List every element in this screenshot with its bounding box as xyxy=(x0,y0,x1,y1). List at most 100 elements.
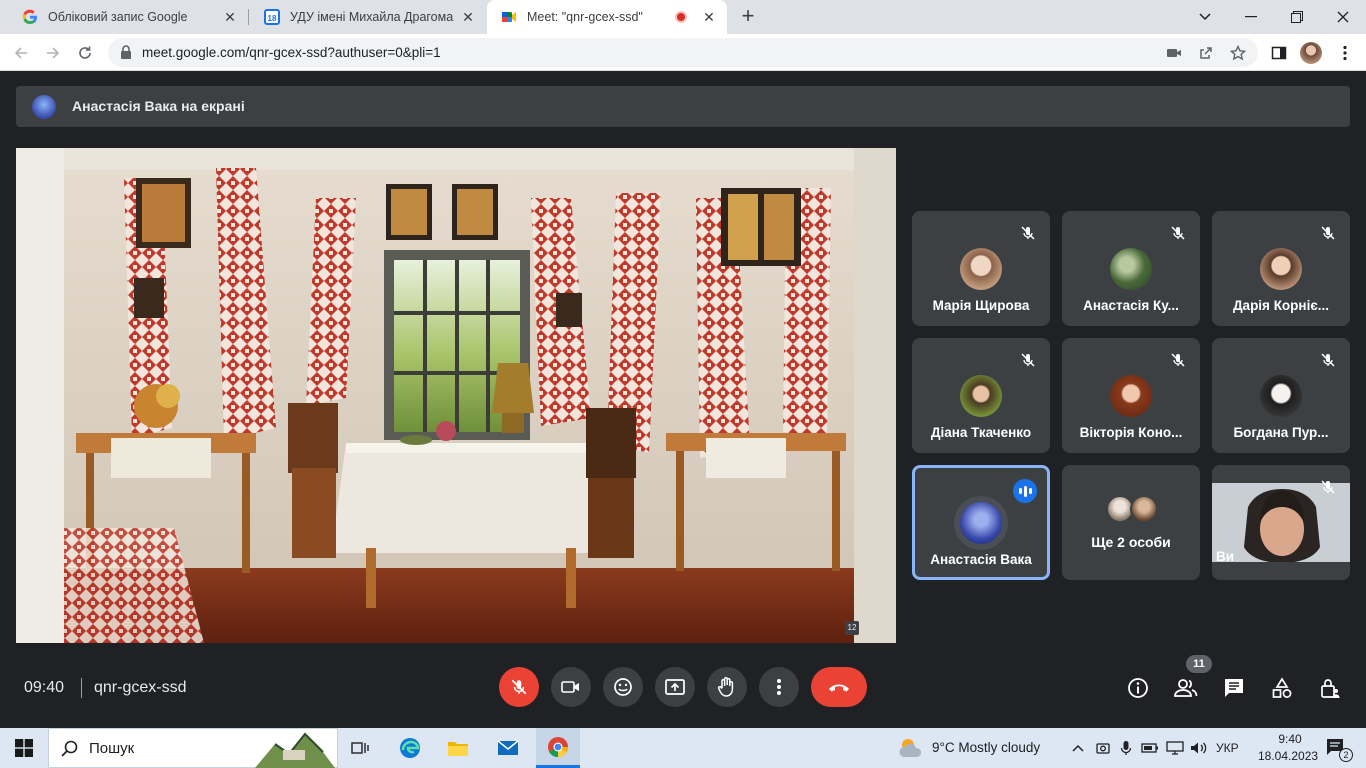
weather-icon[interactable] xyxy=(896,728,926,768)
participant-name: Анастасія Вака xyxy=(930,552,1032,567)
mic-off-icon xyxy=(1321,353,1335,367)
close-tab-icon[interactable]: ✕ xyxy=(460,9,476,25)
microphone-toggle-button[interactable] xyxy=(499,667,539,707)
tray-chevron-icon[interactable] xyxy=(1068,728,1088,768)
microphone-tray-icon[interactable] xyxy=(1117,728,1135,768)
language-indicator[interactable]: УКР xyxy=(1216,741,1239,755)
start-button[interactable] xyxy=(0,728,48,768)
side-panel-icon[interactable] xyxy=(1268,42,1290,64)
meeting-details-button[interactable] xyxy=(1125,675,1151,701)
activities-icon xyxy=(1272,677,1292,698)
chrome-menu-icon[interactable] xyxy=(1334,42,1356,64)
back-arrow-icon[interactable] xyxy=(8,40,34,66)
participant-tile[interactable]: Анастасія Ку... xyxy=(1062,211,1200,326)
meeting-time: 09:40 xyxy=(24,679,65,696)
windows-taskbar: Пошук 9°C Mostly cloudy УКР 9:40 18.04.2… xyxy=(0,728,1366,768)
new-tab-button[interactable]: + xyxy=(737,5,759,28)
present-screen-button[interactable] xyxy=(655,667,695,707)
participant-tile[interactable]: Вікторія Коно... xyxy=(1062,338,1200,453)
calendar-icon: 18 xyxy=(264,9,280,25)
camera-toggle-button[interactable] xyxy=(551,667,591,707)
avatar xyxy=(1110,248,1152,290)
others-label: Ще 2 особи xyxy=(1091,534,1171,550)
task-view-icon[interactable] xyxy=(344,728,376,768)
tab-meet[interactable]: Meet: "qnr-gcex-ssd" ✕ xyxy=(487,0,727,34)
avatar xyxy=(1260,248,1302,290)
tab-search-icon[interactable] xyxy=(1182,0,1228,34)
leave-call-button[interactable] xyxy=(811,667,867,707)
self-video-tile[interactable]: Ви xyxy=(1212,465,1350,580)
participant-name: Дарія Корніє... xyxy=(1232,298,1330,313)
tab-label: Meet: "qnr-gcex-ssd" xyxy=(527,10,643,24)
mic-off-icon xyxy=(511,679,527,695)
bookmark-star-icon[interactable] xyxy=(1230,45,1246,61)
participants-count-badge: 11 xyxy=(1186,655,1212,673)
windows-logo-icon xyxy=(15,739,33,757)
reactions-button[interactable] xyxy=(603,667,643,707)
taskbar-clock-date[interactable]: 18.04.2023 xyxy=(1258,749,1318,763)
participant-tile[interactable]: Богдана Пур... xyxy=(1212,338,1350,453)
tab-udu[interactable]: 18 УДУ імені Михайла Драгоманова ✕ xyxy=(250,0,486,34)
share-icon[interactable] xyxy=(1198,45,1214,61)
participant-tile[interactable]: Марія Щирова xyxy=(912,211,1050,326)
volume-icon[interactable] xyxy=(1188,728,1210,768)
participant-tile[interactable]: Дарія Корніє... xyxy=(1212,211,1350,326)
address-bar[interactable]: meet.google.com/qnr-gcex-ssd?authuser=0&… xyxy=(108,38,1258,67)
forward-arrow-icon[interactable] xyxy=(40,40,66,66)
tab-google-account[interactable]: Обліковий запис Google ✕ xyxy=(8,0,248,34)
video-camera-icon xyxy=(561,681,579,693)
tab-label: Обліковий запис Google xyxy=(48,10,188,24)
raise-hand-button[interactable] xyxy=(707,667,747,707)
more-vert-icon xyxy=(777,679,781,695)
participant-tile[interactable]: Діана Ткаченко xyxy=(912,338,1050,453)
taskbar-search-box[interactable]: Пошук xyxy=(48,728,338,768)
notification-count: 2 xyxy=(1339,748,1353,762)
minimize-button[interactable] xyxy=(1228,0,1274,34)
close-tab-icon[interactable]: ✕ xyxy=(222,9,238,25)
file-explorer-icon[interactable] xyxy=(440,728,476,768)
recording-icon xyxy=(675,11,687,23)
svg-text:18: 18 xyxy=(268,14,277,23)
mic-off-icon xyxy=(1321,480,1335,494)
network-icon[interactable] xyxy=(1164,728,1186,768)
shared-screen[interactable]: 12 xyxy=(16,148,896,643)
tab-divider xyxy=(248,9,249,25)
speaking-indicator-icon xyxy=(1013,479,1037,503)
lock-icon[interactable] xyxy=(120,45,132,59)
participant-name: Ви xyxy=(1216,549,1235,564)
mail-icon[interactable] xyxy=(490,728,526,768)
slide-number: 12 xyxy=(845,621,859,635)
host-controls-button[interactable] xyxy=(1317,675,1343,701)
camera-in-use-icon[interactable] xyxy=(1166,45,1182,61)
weather-text[interactable]: 9°C Mostly cloudy xyxy=(932,740,1040,755)
info-icon xyxy=(1128,678,1148,698)
meeting-code: qnr-gcex-ssd xyxy=(94,679,187,696)
others-tile[interactable]: Ще 2 особи xyxy=(1062,465,1200,580)
restore-button[interactable] xyxy=(1274,0,1320,34)
chrome-taskbar-icon[interactable] xyxy=(536,728,580,768)
people-button[interactable] xyxy=(1173,675,1199,701)
presenter-avatar xyxy=(32,95,56,119)
close-window-button[interactable] xyxy=(1320,0,1366,34)
battery-icon[interactable] xyxy=(1140,728,1160,768)
activities-button[interactable] xyxy=(1269,675,1295,701)
avatar xyxy=(960,375,1002,417)
participant-name: Анастасія Ку... xyxy=(1083,298,1179,313)
camera-tray-icon[interactable] xyxy=(1094,728,1112,768)
edge-icon[interactable] xyxy=(392,728,428,768)
tab-label: УДУ імені Михайла Драгоманова xyxy=(290,10,454,24)
participant-name: Діана Ткаченко xyxy=(930,425,1032,440)
google-icon xyxy=(22,9,38,25)
reload-icon[interactable] xyxy=(72,40,98,66)
participant-name: Вікторія Коно... xyxy=(1079,425,1183,440)
close-tab-icon[interactable]: ✕ xyxy=(701,9,717,25)
participant-tile-speaking[interactable]: Анастасія Вака xyxy=(912,465,1050,580)
more-options-button[interactable] xyxy=(759,667,799,707)
profile-avatar[interactable] xyxy=(1300,42,1322,64)
browser-tab-strip: Обліковий запис Google ✕ 18 УДУ імені Ми… xyxy=(0,0,1366,34)
notifications-button[interactable]: 2 xyxy=(1320,728,1354,768)
chat-button[interactable] xyxy=(1221,675,1247,701)
taskbar-clock-time[interactable]: 9:40 xyxy=(1270,732,1310,746)
mic-off-icon xyxy=(1171,353,1185,367)
hang-up-icon xyxy=(829,684,849,692)
